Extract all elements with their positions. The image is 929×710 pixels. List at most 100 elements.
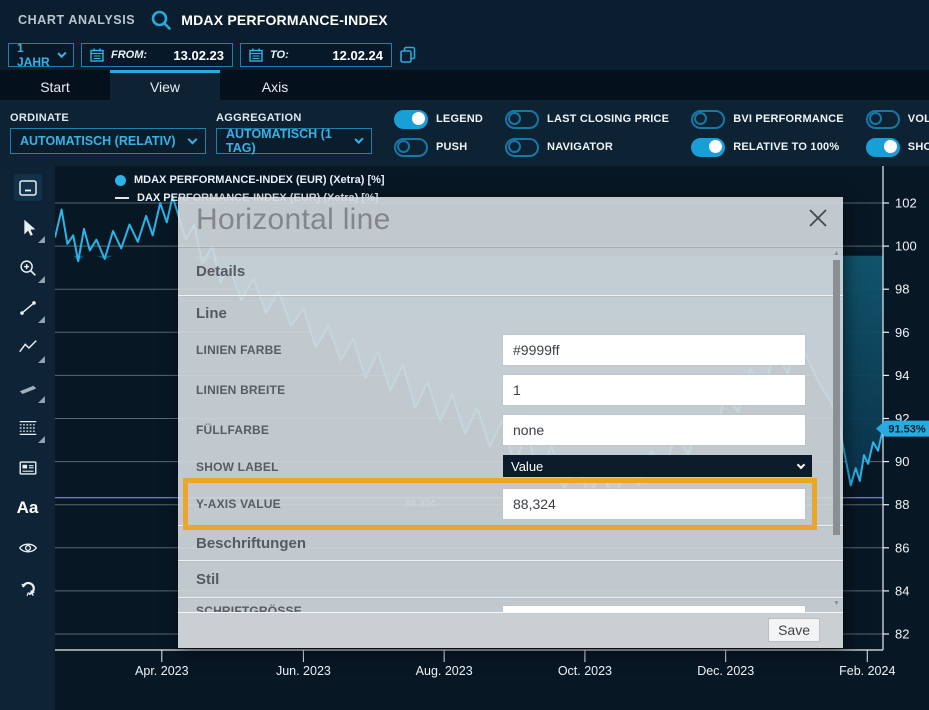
chevron-down-icon bbox=[57, 49, 66, 58]
range-select[interactable]: 1 JAHR bbox=[8, 43, 74, 67]
svg-text:90: 90 bbox=[895, 454, 909, 469]
toggle-label: RELATIVE TO 100% bbox=[733, 141, 839, 153]
line-width-input[interactable] bbox=[503, 375, 805, 405]
svg-text:98: 98 bbox=[895, 282, 909, 297]
to-value: 12.02.24 bbox=[332, 48, 383, 63]
show-label-label: SHOW LABEL bbox=[196, 460, 279, 474]
fill-color-input[interactable] bbox=[503, 415, 805, 445]
calendar-icon bbox=[249, 48, 263, 62]
scroll-up-icon[interactable]: ▲ bbox=[832, 250, 841, 258]
tab-axis[interactable]: Axis bbox=[220, 70, 330, 100]
news-annotation-tool-icon[interactable] bbox=[14, 454, 42, 481]
ribbon-tabs: Start View Axis bbox=[0, 70, 929, 100]
drawing-tools-sidebar: Aa bbox=[0, 166, 55, 710]
svg-text:Apr. 2023: Apr. 2023 bbox=[135, 664, 189, 678]
aggregation-group: AGGREGATION AUTOMATISCH (1 TAG) bbox=[216, 112, 372, 154]
dialog-scrollbar[interactable]: ▲ ▼ bbox=[832, 250, 841, 608]
to-date-field[interactable]: TO: 12.02.24 bbox=[240, 43, 392, 67]
y-axis-value-label: Y-AXIS VALUE bbox=[196, 497, 281, 511]
chevron-down-icon bbox=[188, 135, 198, 145]
show-last-value-toggle[interactable] bbox=[866, 138, 900, 157]
from-label: FROM: bbox=[111, 49, 147, 61]
legend-label: MDAX PERFORMANCE-INDEX (EUR) (Xetra) [%] bbox=[134, 174, 385, 186]
zoom-tool-icon[interactable] bbox=[14, 254, 42, 281]
scrollbar-thumb[interactable] bbox=[833, 260, 840, 535]
toggle-label: SHOW LAST VALUE bbox=[908, 141, 929, 153]
show-label-value: Value bbox=[511, 459, 543, 474]
svg-text:88: 88 bbox=[895, 497, 909, 512]
aggregation-select[interactable]: AUTOMATISCH (1 TAG) bbox=[216, 128, 372, 154]
relative-to-100-toggle[interactable] bbox=[691, 138, 725, 157]
collapse-panel-icon[interactable] bbox=[14, 174, 42, 201]
close-icon[interactable] bbox=[805, 205, 831, 231]
field-row-y-axis-value: Y-AXIS VALUE bbox=[178, 483, 843, 525]
to-label: TO: bbox=[270, 49, 289, 61]
tab-view[interactable]: View bbox=[110, 70, 220, 100]
toggle-label: PUSH bbox=[436, 141, 467, 153]
text-tool-icon[interactable]: Aa bbox=[14, 494, 42, 521]
save-button[interactable]: Save bbox=[769, 619, 819, 641]
section-stil[interactable]: Stil bbox=[178, 560, 843, 597]
line-color-input[interactable] bbox=[503, 335, 805, 365]
legend-item-mdax[interactable]: MDAX PERFORMANCE-INDEX (EUR) (Xetra) [%] bbox=[115, 171, 385, 189]
chevron-down-icon bbox=[797, 460, 805, 468]
mdax-marker-icon bbox=[115, 175, 126, 186]
toggle-label: LEGEND bbox=[436, 113, 483, 125]
toggle-label: BVI PERFORMANCE bbox=[733, 113, 844, 125]
dialog-footer: Save bbox=[178, 612, 843, 648]
dax-marker-icon bbox=[115, 197, 129, 199]
line-color-label: LINIEN FARBE bbox=[196, 343, 282, 357]
y-axis-value-input[interactable] bbox=[503, 489, 805, 519]
trend-line-tool-icon[interactable] bbox=[14, 294, 42, 321]
submenu-indicator bbox=[38, 316, 45, 323]
section-line[interactable]: Line bbox=[178, 295, 843, 330]
legend-toggle[interactable] bbox=[394, 110, 428, 129]
svg-text:82: 82 bbox=[895, 627, 909, 642]
section-beschriftungen[interactable]: Beschriftungen bbox=[178, 525, 843, 560]
svg-text:Jun. 2023: Jun. 2023 bbox=[276, 664, 331, 678]
section-details[interactable]: Details bbox=[178, 248, 843, 295]
show-label-select[interactable]: Value bbox=[503, 455, 812, 477]
tab-start[interactable]: Start bbox=[0, 70, 110, 100]
submenu-indicator bbox=[38, 276, 45, 283]
instrument-title: MDAX PERFORMANCE-INDEX bbox=[181, 12, 388, 28]
from-date-field[interactable]: FROM: 13.02.23 bbox=[81, 43, 233, 67]
svg-text:Oct. 2023: Oct. 2023 bbox=[558, 664, 612, 678]
top-bar: CHART ANALYSIS MDAX PERFORMANCE-INDEX bbox=[0, 0, 929, 40]
cursor-tool-icon[interactable] bbox=[14, 214, 42, 241]
submenu-indicator bbox=[38, 356, 45, 363]
toggle-label: VOLUME (QTY.) bbox=[908, 113, 929, 125]
scroll-down-icon[interactable]: ▼ bbox=[832, 600, 841, 608]
visibility-eye-icon[interactable] bbox=[14, 534, 42, 561]
from-value: 13.02.23 bbox=[173, 48, 224, 63]
line-width-label: LINIEN BREITE bbox=[196, 383, 285, 397]
field-row-line-color: LINIEN FARBE bbox=[178, 330, 843, 370]
chevron-down-icon bbox=[354, 135, 363, 144]
toggle-label: LAST CLOSING PRICE bbox=[547, 113, 669, 125]
volume-toggle[interactable] bbox=[866, 110, 900, 129]
ordinate-label: ORDINATE bbox=[10, 112, 206, 124]
ordinate-select[interactable]: AUTOMATISCH (RELATIV) bbox=[10, 128, 206, 154]
dialog-header: Horizontal line bbox=[178, 197, 843, 248]
svg-text:96: 96 bbox=[895, 325, 909, 340]
svg-text:100: 100 bbox=[895, 239, 917, 254]
channel-tool-icon[interactable] bbox=[14, 374, 42, 401]
last-closing-price-toggle[interactable] bbox=[505, 110, 539, 129]
clipped-field-label: SCHRIFTGRÖSSE bbox=[196, 604, 302, 612]
push-toggle[interactable] bbox=[394, 138, 428, 157]
zigzag-tool-icon[interactable] bbox=[14, 334, 42, 361]
app-title: CHART ANALYSIS bbox=[18, 13, 135, 27]
navigator-toggle[interactable] bbox=[505, 138, 539, 157]
search-icon[interactable] bbox=[149, 8, 173, 32]
grid-levels-tool-icon[interactable] bbox=[14, 414, 42, 441]
submenu-indicator bbox=[38, 396, 45, 403]
copy-icon[interactable] bbox=[399, 46, 417, 64]
svg-text:86: 86 bbox=[895, 540, 909, 555]
svg-text:Feb. 2024: Feb. 2024 bbox=[839, 664, 895, 678]
toggle-label: NAVIGATOR bbox=[547, 141, 613, 153]
view-toolbar: ORDINATE AUTOMATISCH (RELATIV) AGGREGATI… bbox=[0, 100, 929, 166]
horizontal-line-dialog: Horizontal line Details Line LINIEN FARB… bbox=[178, 197, 843, 648]
bvi-performance-toggle[interactable] bbox=[691, 110, 725, 129]
magnet-snap-icon[interactable] bbox=[14, 574, 42, 601]
dialog-title: Horizontal line bbox=[196, 203, 391, 237]
